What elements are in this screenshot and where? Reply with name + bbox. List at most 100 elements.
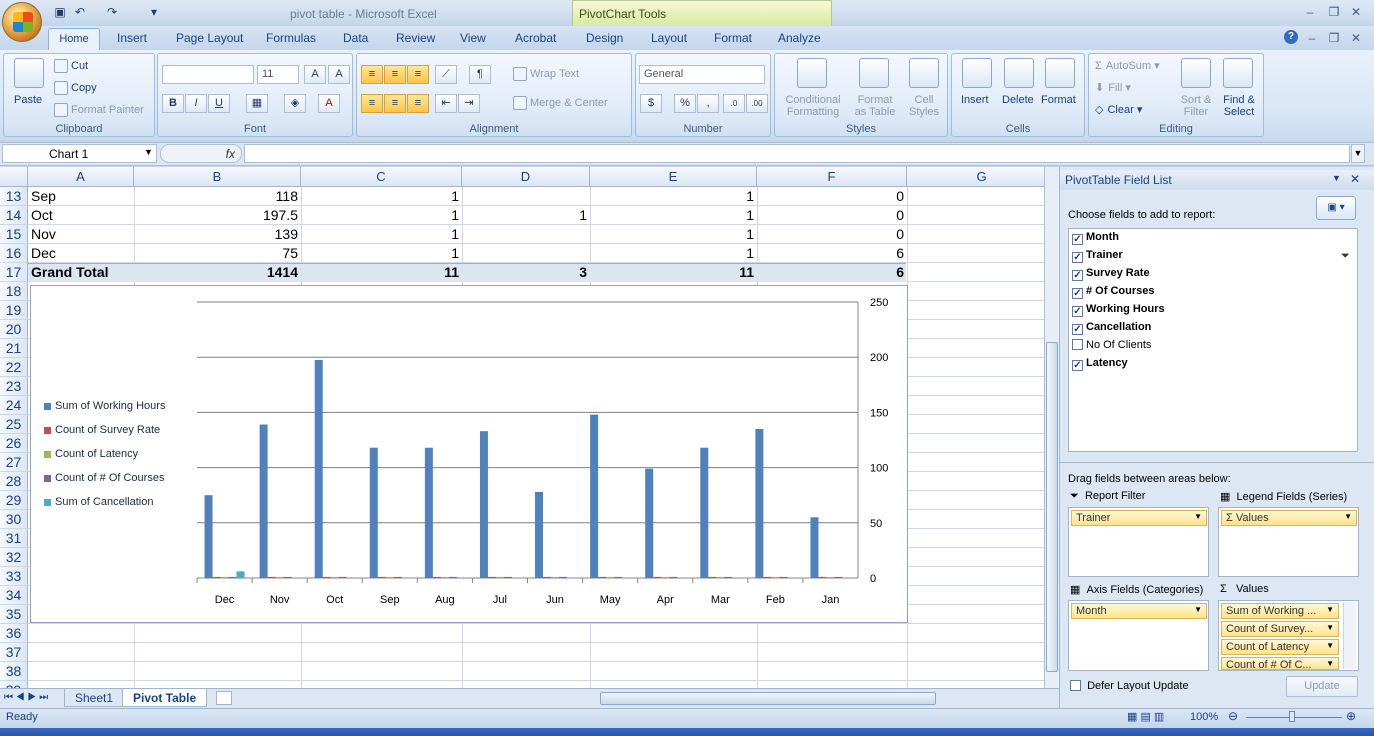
- cell-f17[interactable]: 6: [757, 263, 904, 282]
- conditional-formatting-button[interactable]: Conditional Formatting: [782, 94, 844, 118]
- font-name-select[interactable]: [162, 65, 254, 84]
- row-header[interactable]: 23: [0, 377, 28, 396]
- office-button[interactable]: [2, 2, 42, 42]
- row-header[interactable]: 36: [0, 624, 28, 643]
- tab-insert[interactable]: Insert: [117, 31, 147, 45]
- ribbon-restore-icon[interactable]: ❐: [1326, 31, 1342, 45]
- undo-icon[interactable]: ↶: [72, 4, 88, 20]
- row-header[interactable]: 28: [0, 472, 28, 491]
- restore-icon[interactable]: ❐: [1326, 5, 1342, 19]
- cell-b14[interactable]: 197.5: [134, 206, 298, 225]
- cell-e15[interactable]: 1: [590, 225, 754, 244]
- field-item-latency[interactable]: ✓ Latency: [1072, 357, 1128, 371]
- grow-font-button[interactable]: A: [304, 65, 326, 84]
- customize-qat-icon[interactable]: ▾: [146, 4, 162, 20]
- paste-button[interactable]: Paste: [14, 94, 42, 106]
- format-cells-icon[interactable]: [1045, 58, 1075, 88]
- checkbox-icon[interactable]: ✓: [1072, 306, 1083, 317]
- cell-d13[interactable]: [462, 187, 587, 206]
- col-header-c[interactable]: C: [301, 167, 462, 187]
- checkbox-icon[interactable]: ✓: [1072, 270, 1083, 281]
- format-as-table-icon[interactable]: [859, 58, 889, 88]
- bold-button[interactable]: B: [162, 94, 184, 113]
- fill-button[interactable]: ⬇ Fill ▾: [1095, 81, 1131, 94]
- field-item-survey-rate[interactable]: ✓ Survey Rate: [1072, 267, 1150, 281]
- font-color-icon[interactable]: A: [318, 94, 340, 113]
- cell-d14[interactable]: 1: [462, 206, 587, 225]
- field-item-month[interactable]: ✓ Month: [1072, 231, 1119, 245]
- decrease-indent-button[interactable]: ⇤: [435, 94, 457, 113]
- tab-data[interactable]: Data: [343, 31, 368, 45]
- pivot-chart[interactable]: Sum of Working Hours Count of Survey Rat…: [30, 285, 908, 623]
- worksheet[interactable]: A B C D E F G 13 14 15 16 17 18 19 20 21 22 23 24 25…: [0, 167, 1044, 688]
- tab-review[interactable]: Review: [396, 31, 435, 45]
- cut-button[interactable]: Cut: [54, 59, 88, 73]
- name-box[interactable]: Chart 1: [2, 144, 157, 163]
- fill-color-icon[interactable]: ◈: [284, 94, 306, 113]
- row-header[interactable]: 14: [0, 206, 28, 225]
- tab-formulas[interactable]: Formulas: [266, 31, 316, 45]
- sort-filter-button[interactable]: Sort & Filter: [1179, 94, 1213, 118]
- cell-b13[interactable]: 118: [134, 187, 298, 206]
- cell-a14[interactable]: Oct: [31, 206, 53, 225]
- autosum-button[interactable]: Σ AutoSum ▾: [1095, 59, 1160, 72]
- cell-e13[interactable]: 1: [590, 187, 754, 206]
- insert-cells-button[interactable]: Insert: [961, 94, 989, 106]
- defer-layout-checkbox[interactable]: Defer Layout Update: [1070, 680, 1189, 692]
- align-right-button[interactable]: ≡: [407, 94, 429, 113]
- tab-design[interactable]: Design: [586, 31, 623, 45]
- format-painter-button[interactable]: Format Painter: [54, 103, 144, 117]
- cell-a17[interactable]: Grand Total: [31, 263, 109, 282]
- cell-d17[interactable]: 3: [462, 263, 587, 282]
- row-header[interactable]: 15: [0, 225, 28, 244]
- update-button[interactable]: Update: [1286, 676, 1358, 697]
- help-icon[interactable]: ?: [1284, 30, 1298, 44]
- merge-center-button[interactable]: Merge & Center: [513, 96, 608, 110]
- cell-a15[interactable]: Nov: [31, 225, 56, 244]
- redo-icon[interactable]: ↷: [104, 4, 120, 20]
- row-header[interactable]: 30: [0, 510, 28, 529]
- cell-b16[interactable]: 75: [134, 244, 298, 263]
- cell-e16[interactable]: 1: [590, 244, 754, 263]
- cell-b17[interactable]: 1414: [134, 263, 298, 282]
- row-header[interactable]: 27: [0, 453, 28, 472]
- save-icon[interactable]: ▣: [52, 4, 68, 20]
- legend-pill-values[interactable]: Σ Values ▼: [1221, 510, 1357, 526]
- sheet-nav-icons[interactable]: ⏮ ◀ ▶ ⏭: [4, 692, 48, 703]
- checkbox-icon[interactable]: ✓: [1072, 288, 1083, 299]
- tab-layout[interactable]: Layout: [651, 31, 687, 45]
- cell-f13[interactable]: 0: [757, 187, 904, 206]
- row-header[interactable]: 31: [0, 529, 28, 548]
- view-buttons[interactable]: ▦ ▤ ▥: [1127, 710, 1164, 723]
- row-header[interactable]: 25: [0, 415, 28, 434]
- sheet-tab-pivot-table[interactable]: Pivot Table: [122, 689, 208, 707]
- tab-page-layout[interactable]: Page Layout: [176, 31, 243, 45]
- comma-button[interactable]: ,: [697, 94, 719, 113]
- new-sheet-icon[interactable]: [216, 691, 232, 705]
- ribbon-close-icon[interactable]: ✕: [1348, 31, 1364, 45]
- cell-f14[interactable]: 0: [757, 206, 904, 225]
- paste-icon[interactable]: [14, 58, 44, 88]
- formula-input[interactable]: [244, 144, 1350, 163]
- row-header[interactable]: 21: [0, 339, 28, 358]
- values-scrollbar[interactable]: [1343, 602, 1356, 669]
- increase-decimal-button[interactable]: .0: [723, 94, 745, 113]
- checkbox-icon[interactable]: ✓: [1072, 324, 1083, 335]
- row-header[interactable]: 38: [0, 662, 28, 681]
- number-format-select[interactable]: General: [639, 65, 765, 84]
- expand-formula-icon[interactable]: ▼: [1351, 144, 1365, 163]
- cell-f15[interactable]: 0: [757, 225, 904, 244]
- ribbon-minimize-icon[interactable]: –: [1304, 31, 1320, 45]
- select-all[interactable]: [0, 167, 28, 187]
- value-pill-latency[interactable]: Count of Latency ▼: [1221, 639, 1339, 655]
- align-left-button[interactable]: ≡: [361, 94, 383, 113]
- cell-c13[interactable]: 1: [301, 187, 459, 206]
- cell-e14[interactable]: 1: [590, 206, 754, 225]
- close-icon[interactable]: ✕: [1348, 5, 1364, 19]
- pane-close-icon[interactable]: ✕: [1350, 172, 1360, 186]
- tab-acrobat[interactable]: Acrobat: [515, 31, 556, 45]
- delete-cells-icon[interactable]: [1004, 58, 1034, 88]
- row-header[interactable]: 19: [0, 301, 28, 320]
- value-pill-survey-rate[interactable]: Count of Survey... ▼: [1221, 621, 1339, 637]
- col-header-a[interactable]: A: [28, 167, 134, 187]
